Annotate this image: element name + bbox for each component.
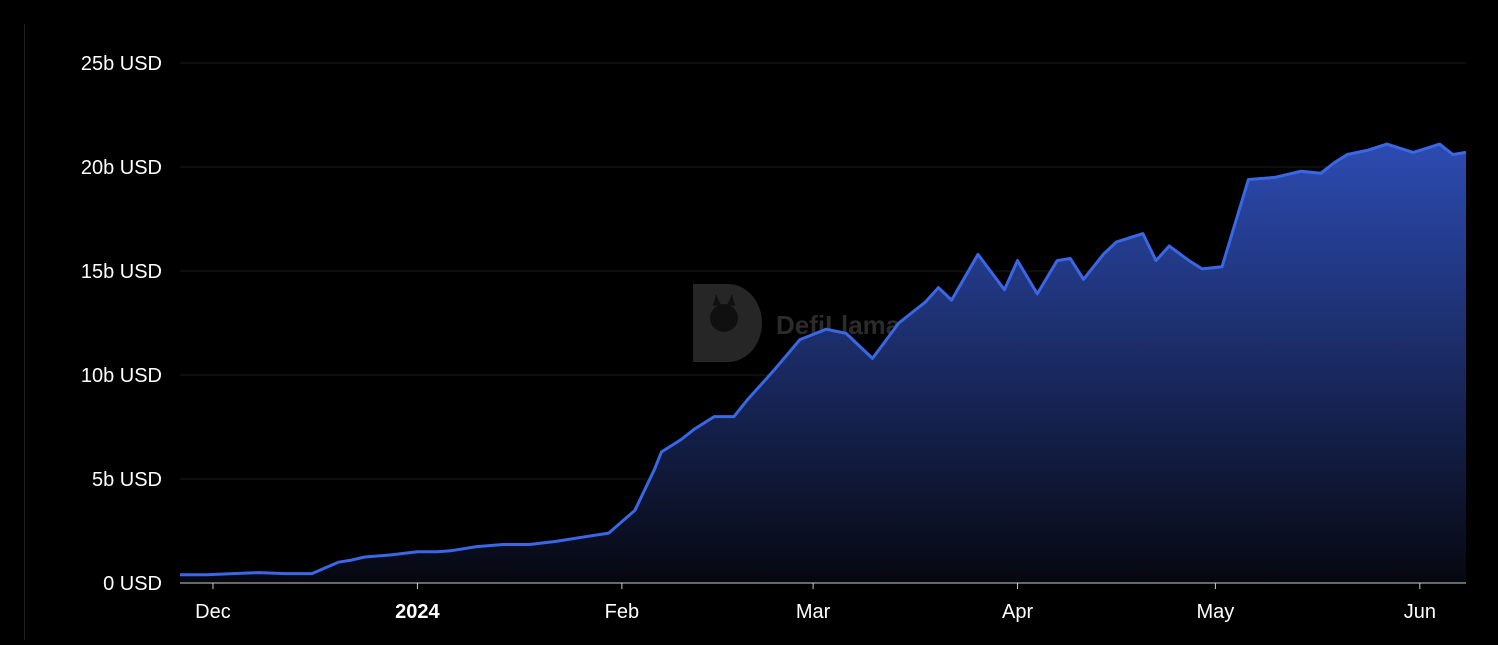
panel-left-border bbox=[24, 24, 25, 640]
x-tick-label: Jun bbox=[1404, 601, 1436, 623]
series-area-layer bbox=[180, 142, 1467, 583]
llama-head-icon bbox=[710, 304, 738, 332]
x-tick-label: 2024 bbox=[395, 601, 440, 623]
tvl-area-chart: DefiLlama 0 USD5b USD10b USD15b USD20b U… bbox=[81, 53, 1467, 623]
x-tick-label: Apr bbox=[1002, 601, 1033, 623]
y-tick-label: 20b USD bbox=[81, 157, 162, 179]
y-tick-label: 5b USD bbox=[92, 469, 162, 491]
chart-container: DefiLlama 0 USD 5b USD 10b USD 15b USD 20b U… bbox=[0, 0, 1498, 640]
y-tick-label: 15b USD bbox=[81, 261, 162, 283]
y-tick-label: 25b USD bbox=[81, 53, 162, 75]
y-tick-label: 10b USD bbox=[81, 365, 162, 387]
x-tick-label: Feb bbox=[605, 601, 639, 623]
x-tick-label: Dec bbox=[195, 601, 231, 623]
y-tick-label: 0 USD bbox=[103, 573, 162, 595]
x-tick-label: Mar bbox=[796, 601, 831, 623]
series-area bbox=[180, 144, 1466, 583]
x-tick-label: May bbox=[1196, 601, 1234, 623]
